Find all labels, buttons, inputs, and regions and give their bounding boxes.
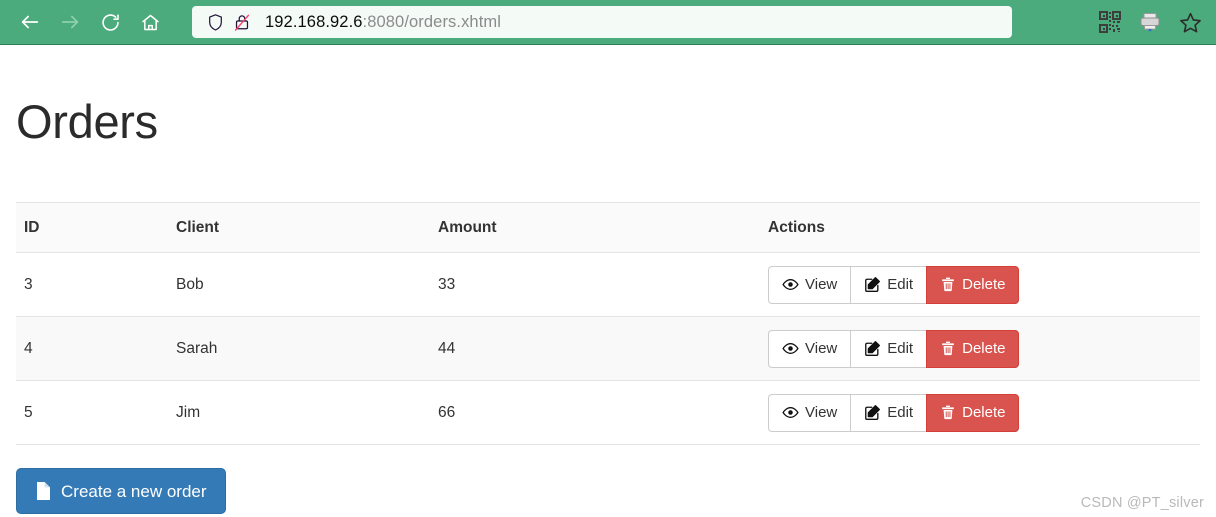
delete-button-label: Delete: [962, 276, 1006, 294]
url-host: 192.168.92.6: [265, 12, 363, 31]
column-header-amount: Amount: [430, 202, 760, 254]
url-path: :8080/orders.xhtml: [362, 12, 501, 31]
delete-button[interactable]: Delete: [926, 265, 1020, 304]
url-text: 192.168.92.6:8080/orders.xhtml: [265, 13, 501, 32]
star-icon[interactable]: [1174, 6, 1206, 38]
eye-icon: [782, 407, 799, 419]
delete-button[interactable]: Delete: [926, 393, 1020, 432]
back-button[interactable]: [10, 2, 50, 42]
view-button-label: View: [805, 340, 838, 358]
home-icon: [141, 14, 159, 30]
view-button[interactable]: View: [768, 393, 851, 432]
cell-actions: View Edit Delete: [760, 252, 1200, 318]
view-button-label: View: [805, 404, 838, 422]
cell-id: 4: [16, 316, 168, 382]
watermark: CSDN @PT_silver: [1080, 495, 1204, 511]
column-header-id: ID: [16, 202, 168, 254]
view-button[interactable]: View: [768, 329, 851, 368]
edit-button-label: Edit: [887, 276, 914, 294]
cell-amount: 44: [430, 316, 760, 382]
table-row: 5 Jim 66 View Edit Delete: [16, 380, 1200, 446]
table-header-row: ID Client Amount Actions: [16, 202, 1200, 254]
column-header-client: Client: [168, 202, 430, 254]
edit-button[interactable]: Edit: [850, 329, 927, 368]
cell-id: 3: [16, 252, 168, 318]
table-body: 3 Bob 33 View Edit Delete 4 Sarah 44 Vie…: [16, 252, 1200, 446]
forward-button[interactable]: [50, 2, 90, 42]
eye-icon: [782, 343, 799, 355]
printer-icon[interactable]: [1134, 6, 1166, 38]
reload-button[interactable]: [90, 2, 130, 42]
row-action-group: View Edit Delete: [768, 265, 1020, 304]
pencil-square-icon: [865, 277, 881, 293]
reload-icon: [101, 13, 119, 31]
view-button-label: View: [805, 276, 838, 294]
toolbar-right-icons: [1094, 6, 1206, 38]
trash-icon: [942, 277, 954, 292]
eye-icon: [782, 279, 799, 291]
table-header: ID Client Amount Actions: [16, 202, 1200, 254]
cell-actions: View Edit Delete: [760, 316, 1200, 382]
browser-toolbar: 192.168.92.6:8080/orders.xhtml: [0, 0, 1216, 45]
column-header-actions: Actions: [760, 202, 1200, 254]
address-bar[interactable]: 192.168.92.6:8080/orders.xhtml: [192, 6, 1012, 38]
orders-table: ID Client Amount Actions 3 Bob 33 View E…: [16, 202, 1200, 446]
table-row: 4 Sarah 44 View Edit Delete: [16, 316, 1200, 382]
cell-client: Bob: [168, 252, 430, 318]
pencil-square-icon: [865, 341, 881, 357]
cell-actions: View Edit Delete: [760, 380, 1200, 446]
table-row: 3 Bob 33 View Edit Delete: [16, 252, 1200, 318]
shield-icon: [204, 11, 226, 33]
cell-amount: 66: [430, 380, 760, 446]
page-title: Orders: [16, 95, 158, 148]
edit-button-label: Edit: [887, 340, 914, 358]
lock-crossed-icon[interactable]: [231, 11, 253, 33]
delete-button[interactable]: Delete: [926, 329, 1020, 368]
cell-amount: 33: [430, 252, 760, 318]
trash-icon: [942, 341, 954, 356]
delete-button-label: Delete: [962, 404, 1006, 422]
row-action-group: View Edit Delete: [768, 329, 1020, 368]
edit-button[interactable]: Edit: [850, 393, 927, 432]
cell-client: Jim: [168, 380, 430, 446]
create-new-order-button[interactable]: Create a new order: [16, 468, 226, 515]
qr-code-icon[interactable]: [1094, 6, 1126, 38]
file-icon: [37, 482, 50, 501]
forward-arrow-icon: [61, 15, 79, 29]
home-button[interactable]: [130, 2, 170, 42]
edit-button[interactable]: Edit: [850, 265, 927, 304]
create-new-order-label: Create a new order: [61, 481, 207, 501]
page-content: Orders ID Client Amount Actions 3 Bob 33: [0, 95, 1216, 515]
pencil-square-icon: [865, 405, 881, 421]
edit-button-label: Edit: [887, 404, 914, 422]
cell-id: 5: [16, 380, 168, 446]
back-arrow-icon: [21, 15, 39, 29]
delete-button-label: Delete: [962, 340, 1006, 358]
row-action-group: View Edit Delete: [768, 393, 1020, 432]
trash-icon: [942, 405, 954, 420]
cell-client: Sarah: [168, 316, 430, 382]
view-button[interactable]: View: [768, 265, 851, 304]
